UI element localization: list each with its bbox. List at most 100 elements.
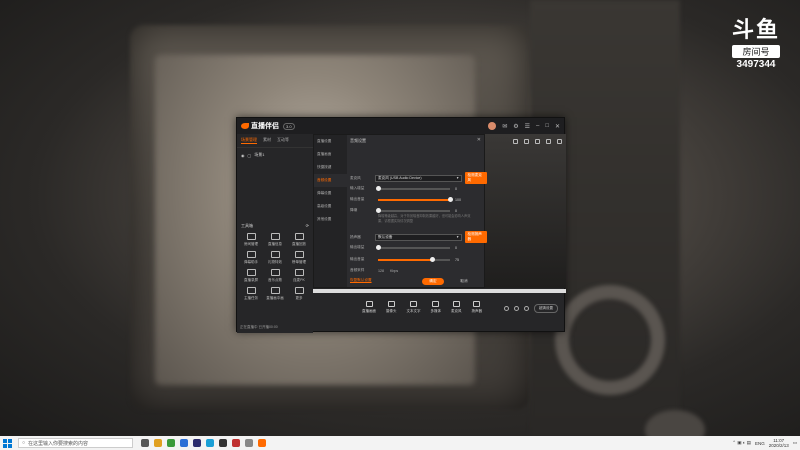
scene-item[interactable]: ◉ ▢ 场景1 xyxy=(237,148,313,162)
slider-knob[interactable] xyxy=(376,244,381,250)
speaker-select[interactable]: 默认设备 ▾ xyxy=(375,233,462,241)
tool-live-info[interactable]: 直播信息 xyxy=(263,233,287,247)
slider-knob[interactable] xyxy=(376,207,381,213)
steam-icon[interactable] xyxy=(219,439,227,447)
avatar[interactable] xyxy=(488,122,497,130)
eye-icon[interactable]: ◉ xyxy=(241,153,245,158)
text-button[interactable]: 文本文字 xyxy=(407,301,421,314)
settings-nav-item-active[interactable]: 音频设置 xyxy=(314,174,347,187)
share-icon[interactable] xyxy=(557,139,562,144)
cancel-button[interactable]: 取消 xyxy=(453,278,475,285)
search-icon: ○ xyxy=(22,440,26,446)
slider-knob[interactable] xyxy=(376,185,381,191)
tab-interaction[interactable]: 互动等 xyxy=(277,137,289,144)
speaker-button[interactable]: 扬声器 xyxy=(472,301,482,314)
output-volume-slider[interactable] xyxy=(378,196,453,202)
layout-icon[interactable] xyxy=(524,139,529,144)
notification-icon[interactable]: ▭ xyxy=(793,440,797,446)
sample-value[interactable]: 128 xyxy=(378,269,384,273)
tool-pk[interactable]: 连麦PK xyxy=(287,269,311,283)
mic-button[interactable]: 麦克风 xyxy=(451,301,462,314)
toolbox-header: 工具箱 ⟳ xyxy=(241,223,309,229)
restore-defaults-link[interactable]: 恢复默认设置 xyxy=(350,278,372,283)
taskbar-search[interactable]: ○ 在这里输入你要搜索的内容 xyxy=(18,438,133,448)
settings-nav-item[interactable]: 直播画面 xyxy=(314,148,347,161)
tab-material[interactable]: 素材 xyxy=(263,137,271,144)
crop-icon[interactable] xyxy=(535,139,540,144)
app-icon[interactable] xyxy=(206,439,214,447)
tool-pip[interactable]: 直播画中画 xyxy=(263,287,287,301)
settings-icon[interactable]: ⚙ xyxy=(513,123,518,130)
camera-button[interactable]: 摄像头 xyxy=(386,301,397,314)
language-indicator[interactable]: ENG xyxy=(755,441,765,446)
close-icon[interactable]: ✕ xyxy=(555,123,560,130)
record-icon[interactable] xyxy=(504,306,509,311)
file-explorer-icon[interactable] xyxy=(154,439,162,447)
input-gain-slider[interactable] xyxy=(376,185,450,191)
quality-button[interactable]: 超清设置 xyxy=(534,304,558,313)
tool-task[interactable]: 主播任务 xyxy=(239,287,263,301)
tool-music[interactable]: 音乐点歌 xyxy=(263,269,287,283)
pause-icon[interactable] xyxy=(514,306,519,311)
edge-icon[interactable] xyxy=(180,439,188,447)
preview-timeline[interactable] xyxy=(313,289,566,293)
minimize-icon[interactable]: – xyxy=(536,123,539,129)
tool-record[interactable]: 直播录屏 xyxy=(239,269,263,283)
tool-danmaku[interactable]: 弹幕助手 xyxy=(239,251,263,265)
douyu-room-overlay: 斗鱼 房间号 3497344 xyxy=(726,12,786,70)
mic-test-button[interactable]: 检测麦克风 xyxy=(464,172,487,184)
settings-nav-item[interactable]: 直播设置 xyxy=(314,135,347,148)
bottom-toolbar: 直播画面 摄像头 文本文字 多媒体 麦克风 扬声器 xyxy=(362,301,482,314)
slider-knob[interactable] xyxy=(448,196,453,202)
tab-scene[interactable]: 场景管理 xyxy=(241,137,257,144)
speaker-volume-slider[interactable] xyxy=(378,256,450,262)
settings-close-icon[interactable]: ✕ xyxy=(477,137,481,143)
tray-icons[interactable]: ⌃ ▣ ◐ ▤ xyxy=(732,440,751,446)
settings-nav-item[interactable]: 高级设置 xyxy=(314,200,347,213)
tool-label: 音乐点歌 xyxy=(268,278,282,282)
task-view-icon[interactable] xyxy=(141,439,149,447)
output-volume-label: 输出音量 xyxy=(350,197,365,201)
chrome-icon[interactable] xyxy=(167,439,175,447)
menu-icon[interactable]: ☰ xyxy=(525,123,530,130)
windows-start-icon[interactable] xyxy=(3,438,12,448)
speaker-volume-row: 输出音量 75 xyxy=(350,256,459,262)
toolbar-label: 直播画面 xyxy=(362,309,376,313)
tool-more[interactable]: 更多 xyxy=(287,287,311,301)
app-icon[interactable] xyxy=(193,439,201,447)
notification-icon[interactable] xyxy=(546,139,551,144)
mic-select[interactable]: 麦克风 (USB Audio Device) ▾ xyxy=(375,174,462,182)
refresh-icon[interactable] xyxy=(513,139,518,144)
tool-rank[interactable]: 榜单管理 xyxy=(287,251,311,265)
maximize-icon[interactable]: □ xyxy=(545,123,549,129)
tool-label: 房间管理 xyxy=(244,242,258,246)
tool-live-replay[interactable]: 直播回放 xyxy=(287,233,311,247)
monitor-icon xyxy=(365,301,373,307)
confirm-button[interactable]: 确定 xyxy=(422,278,444,285)
settings-nav-item[interactable]: 弹幕设置 xyxy=(314,187,347,200)
speaker-gain-slider[interactable] xyxy=(376,244,450,250)
clock[interactable]: 11:07 2020/2/13 xyxy=(769,438,789,448)
tool-label: 直播画中画 xyxy=(266,296,284,300)
mail-icon[interactable]: ✉ xyxy=(502,123,507,130)
douyu-app-icon[interactable] xyxy=(258,439,266,447)
screen-button[interactable]: 直播画面 xyxy=(362,301,376,314)
app-icon[interactable] xyxy=(245,439,253,447)
settings-nav-item[interactable]: 快捷按键 xyxy=(314,161,347,174)
tool-room-manage[interactable]: 房间管理 xyxy=(239,233,263,247)
toolbox-settings-icon[interactable]: ⟳ xyxy=(306,223,309,229)
settings-nav-item[interactable]: 其他设置 xyxy=(314,213,347,226)
app-icon[interactable] xyxy=(232,439,240,447)
version-badge[interactable]: 3.0 xyxy=(283,122,295,130)
speaker-test-button[interactable]: 检测扬声器 xyxy=(464,231,487,243)
slider-knob[interactable] xyxy=(430,256,435,262)
tool-label: 主播任务 xyxy=(244,296,258,300)
output-volume-row: 输出音量 100 xyxy=(350,196,461,202)
media-button[interactable]: 多媒体 xyxy=(431,301,441,314)
windows-taskbar: ○ 在这里输入你要搜索的内容 ⌃ ▣ ◐ ▤ ENG 11:07 2020/2/… xyxy=(0,436,800,450)
sample-unit[interactable]: Kbps xyxy=(390,269,398,273)
noise-slider[interactable] xyxy=(376,207,450,213)
settings-gear-icon[interactable] xyxy=(524,306,529,311)
lock-icon[interactable]: ▢ xyxy=(248,153,252,158)
tool-gift-effect[interactable]: 礼物特效 xyxy=(263,251,287,265)
